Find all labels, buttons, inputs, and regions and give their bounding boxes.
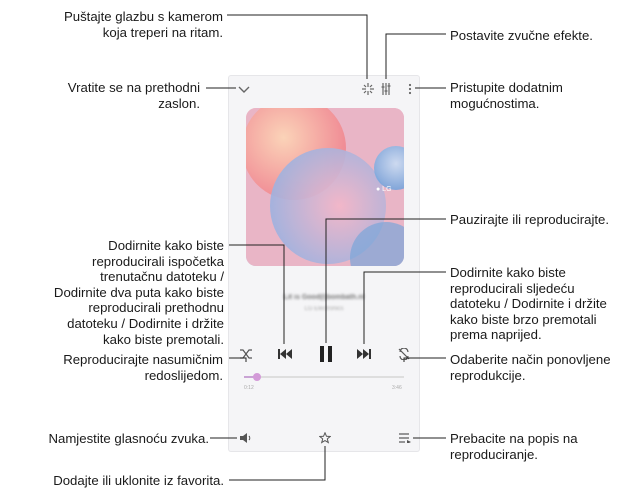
skip-next-icon[interactable] (355, 346, 373, 362)
time-elapsed: 0:12 (244, 385, 254, 391)
callout-previous: Dodirnite kako biste reproducirali ispoč… (53, 238, 224, 347)
equalizer-icon[interactable] (378, 81, 394, 97)
callout-pause: Pauzirajte ili reproducirajte. (450, 212, 610, 227)
star-icon[interactable] (317, 431, 333, 445)
album-badge: ● LG (376, 186, 392, 193)
track-title: Lit is Good(l)bombath.nl (283, 294, 365, 301)
chevron-down-icon[interactable] (236, 82, 252, 98)
callout-back: Vratite se na prethodni zaslon. (67, 80, 200, 111)
album-art: ● LG (246, 108, 404, 266)
callout-volume: Namjestite glasnoću zvuka. (48, 431, 209, 446)
progress-bar[interactable] (244, 373, 404, 381)
pause-icon[interactable] (316, 344, 336, 364)
callout-more: Pristupite dodatnim mogućnostima. (450, 80, 563, 111)
more-vert-icon[interactable] (403, 81, 417, 97)
callout-next: Dodirnite kako biste reproducirali sljed… (450, 265, 607, 343)
time-total: 3:46 (392, 385, 402, 391)
callout-playlist: Prebacite na popis na reproduciranje. (450, 431, 578, 462)
flash-sparkle-icon[interactable] (360, 81, 376, 97)
callout-flash: Puštajte glazbu s kamerom koja treperi n… (63, 9, 223, 40)
callout-shuffle: Reproducirajte nasumičnim redoslijedom. (63, 352, 223, 383)
volume-icon[interactable] (238, 431, 254, 445)
callout-effects: Postavite zvučne efekte. (450, 28, 593, 43)
playlist-icon[interactable] (397, 431, 413, 445)
callout-favorite: Dodajte ili uklonite iz favorita. (53, 473, 224, 488)
progress-knob[interactable] (252, 373, 261, 381)
repeat-icon[interactable] (396, 346, 412, 362)
track-artist: LG Electronics (304, 306, 344, 312)
callout-repeat: Odaberite način ponovljene reprodukcije. (450, 352, 611, 383)
shuffle-icon[interactable] (238, 346, 254, 362)
skip-previous-icon[interactable] (276, 346, 294, 362)
